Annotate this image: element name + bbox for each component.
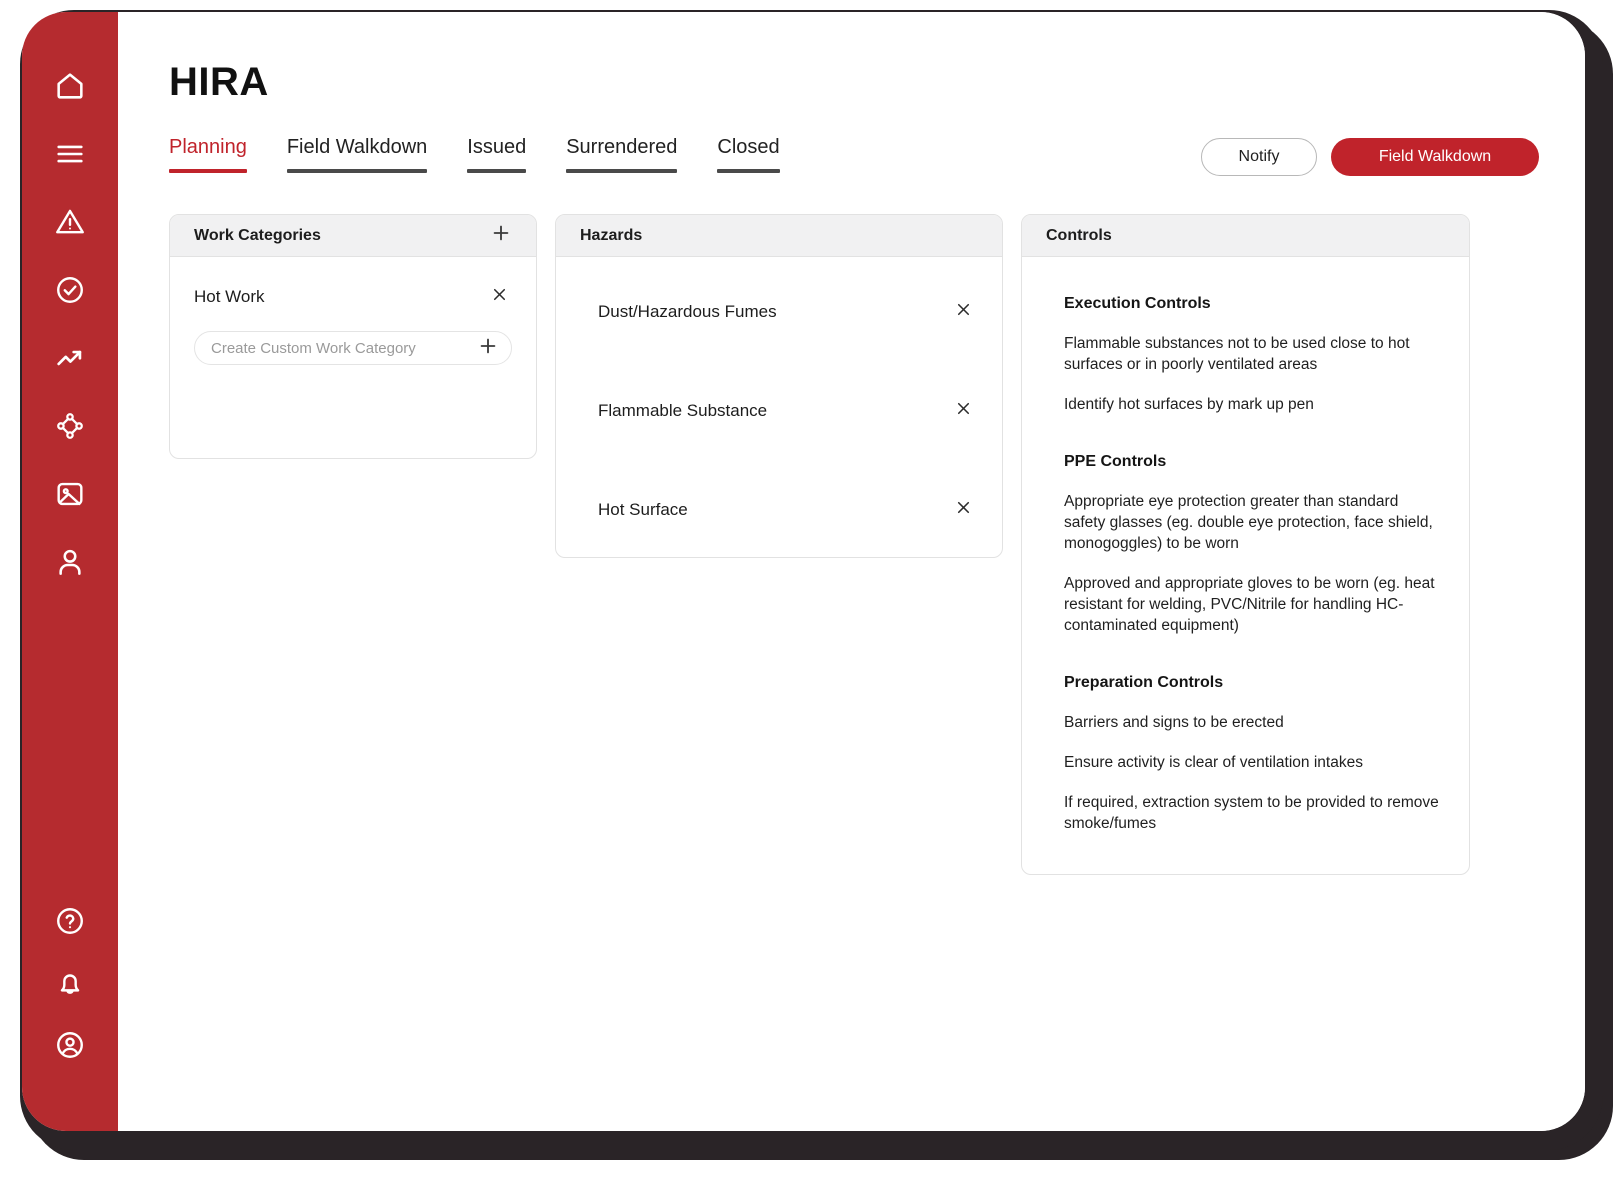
tab-closed[interactable]: Closed — [717, 136, 779, 177]
work-categories-body: Hot Work — [170, 257, 536, 458]
control-item: Approved and appropriate gloves to be wo… — [1064, 573, 1443, 636]
hazards-title: Hazards — [580, 227, 642, 245]
tab-issued-underline — [467, 169, 526, 173]
sidebar-item-alerts[interactable] — [48, 200, 92, 244]
tab-surrendered-underline — [566, 169, 677, 173]
control-item: Ensure activity is clear of ventilation … — [1064, 752, 1443, 773]
main-content: HIRA Planning Field Walkdown Issued Surr… — [118, 12, 1585, 1131]
panels-container: Work Categories Hot Work — [169, 214, 1539, 875]
tab-field-walkdown-label: Field Walkdown — [287, 136, 427, 158]
remove-hazard-button[interactable] — [950, 497, 976, 523]
close-icon — [954, 300, 973, 324]
sidebar-item-media[interactable] — [48, 472, 92, 516]
control-group-title: Preparation Controls — [1064, 674, 1443, 692]
remove-hazard-button[interactable] — [950, 398, 976, 424]
user-icon — [53, 545, 87, 579]
tab-surrendered-label: Surrendered — [566, 136, 677, 158]
notify-button[interactable]: Notify — [1201, 138, 1317, 176]
image-icon — [53, 477, 87, 511]
list-item[interactable]: Dust/Hazardous Fumes — [598, 299, 976, 325]
hazards-header: Hazards — [556, 215, 1002, 257]
sidebar-item-account[interactable] — [48, 1023, 92, 1067]
help-circle-icon — [53, 904, 87, 938]
trending-up-icon — [53, 341, 87, 375]
sidebar — [22, 12, 118, 1131]
tab-planning-underline — [169, 169, 247, 173]
add-work-category-button[interactable] — [488, 223, 514, 249]
controls-body: Execution Controls Flammable substances … — [1022, 257, 1469, 874]
control-group-execution: Execution Controls Flammable substances … — [1064, 295, 1443, 415]
hazard-label: Dust/Hazardous Fumes — [598, 302, 777, 322]
check-circle-icon — [53, 273, 87, 307]
menu-icon — [53, 137, 87, 171]
sidebar-item-help[interactable] — [48, 899, 92, 943]
tab-field-walkdown-underline — [287, 169, 427, 173]
app-screen: HIRA Planning Field Walkdown Issued Surr… — [22, 12, 1585, 1131]
tab-field-walkdown[interactable]: Field Walkdown — [287, 136, 427, 177]
tab-planning[interactable]: Planning — [169, 136, 247, 177]
hazards-body: Dust/Hazardous Fumes Flammable Substan — [556, 257, 1002, 557]
control-group-preparation: Preparation Controls Barriers and signs … — [1064, 674, 1443, 834]
sidebar-item-people[interactable] — [48, 540, 92, 584]
tab-planning-label: Planning — [169, 136, 247, 158]
control-item: Appropriate eye protection greater than … — [1064, 491, 1443, 554]
control-group-ppe: PPE Controls Appropriate eye protection … — [1064, 453, 1443, 636]
tab-surrendered[interactable]: Surrendered — [566, 136, 677, 177]
control-item: If required, extraction system to be pro… — [1064, 792, 1443, 834]
page-title: HIRA — [169, 60, 269, 105]
hazard-label: Hot Surface — [598, 500, 688, 520]
remove-hazard-button[interactable] — [950, 299, 976, 325]
close-icon — [954, 399, 973, 423]
close-icon — [490, 285, 509, 309]
sidebar-item-notifications[interactable] — [48, 961, 92, 1005]
account-circle-icon — [53, 1028, 87, 1062]
sidebar-item-analytics[interactable] — [48, 336, 92, 380]
create-custom-work-category-input[interactable] — [211, 340, 475, 357]
control-item: Identify hot surfaces by mark up pen — [1064, 394, 1443, 415]
bell-icon — [53, 966, 87, 1000]
plus-icon — [490, 222, 512, 249]
list-item[interactable]: Flammable Substance — [598, 398, 976, 424]
remove-work-category-button[interactable] — [486, 284, 512, 310]
header-actions: Notify Field Walkdown — [1201, 138, 1539, 176]
control-item: Barriers and signs to be erected — [1064, 712, 1443, 733]
controls-title: Controls — [1046, 227, 1112, 245]
hazards-panel: Hazards Dust/Hazardous Fumes — [555, 214, 1003, 558]
field-walkdown-button[interactable]: Field Walkdown — [1331, 138, 1539, 176]
sidebar-item-home[interactable] — [48, 64, 92, 108]
sidebar-item-menu[interactable] — [48, 132, 92, 176]
plus-icon — [477, 335, 499, 362]
hazard-label: Flammable Substance — [598, 401, 767, 421]
work-categories-header: Work Categories — [170, 215, 536, 257]
tab-closed-label: Closed — [717, 136, 779, 158]
tab-issued-label: Issued — [467, 136, 526, 158]
list-item[interactable]: Hot Surface — [598, 497, 976, 523]
work-categories-panel: Work Categories Hot Work — [169, 214, 537, 459]
network-nodes-icon — [53, 409, 87, 443]
tabs-row: Planning Field Walkdown Issued Surrender… — [169, 136, 1539, 192]
control-group-title: PPE Controls — [1064, 453, 1443, 471]
list-item[interactable]: Hot Work — [194, 283, 512, 311]
sidebar-item-tasks[interactable] — [48, 268, 92, 312]
work-categories-title: Work Categories — [194, 227, 321, 245]
controls-header: Controls — [1022, 215, 1469, 257]
control-group-title: Execution Controls — [1064, 295, 1443, 313]
submit-custom-work-category-button[interactable] — [475, 335, 501, 361]
sidebar-item-network[interactable] — [48, 404, 92, 448]
controls-panel: Controls Execution Controls Flammable su… — [1021, 214, 1470, 875]
warning-triangle-icon — [53, 205, 87, 239]
control-item: Flammable substances not to be used clos… — [1064, 333, 1443, 375]
work-category-label: Hot Work — [194, 287, 265, 307]
create-custom-work-category-field[interactable] — [194, 331, 512, 365]
tab-issued[interactable]: Issued — [467, 136, 526, 177]
close-icon — [954, 498, 973, 522]
tab-bar: Planning Field Walkdown Issued Surrender… — [169, 136, 780, 177]
tab-closed-underline — [717, 169, 779, 173]
home-icon — [53, 69, 87, 103]
